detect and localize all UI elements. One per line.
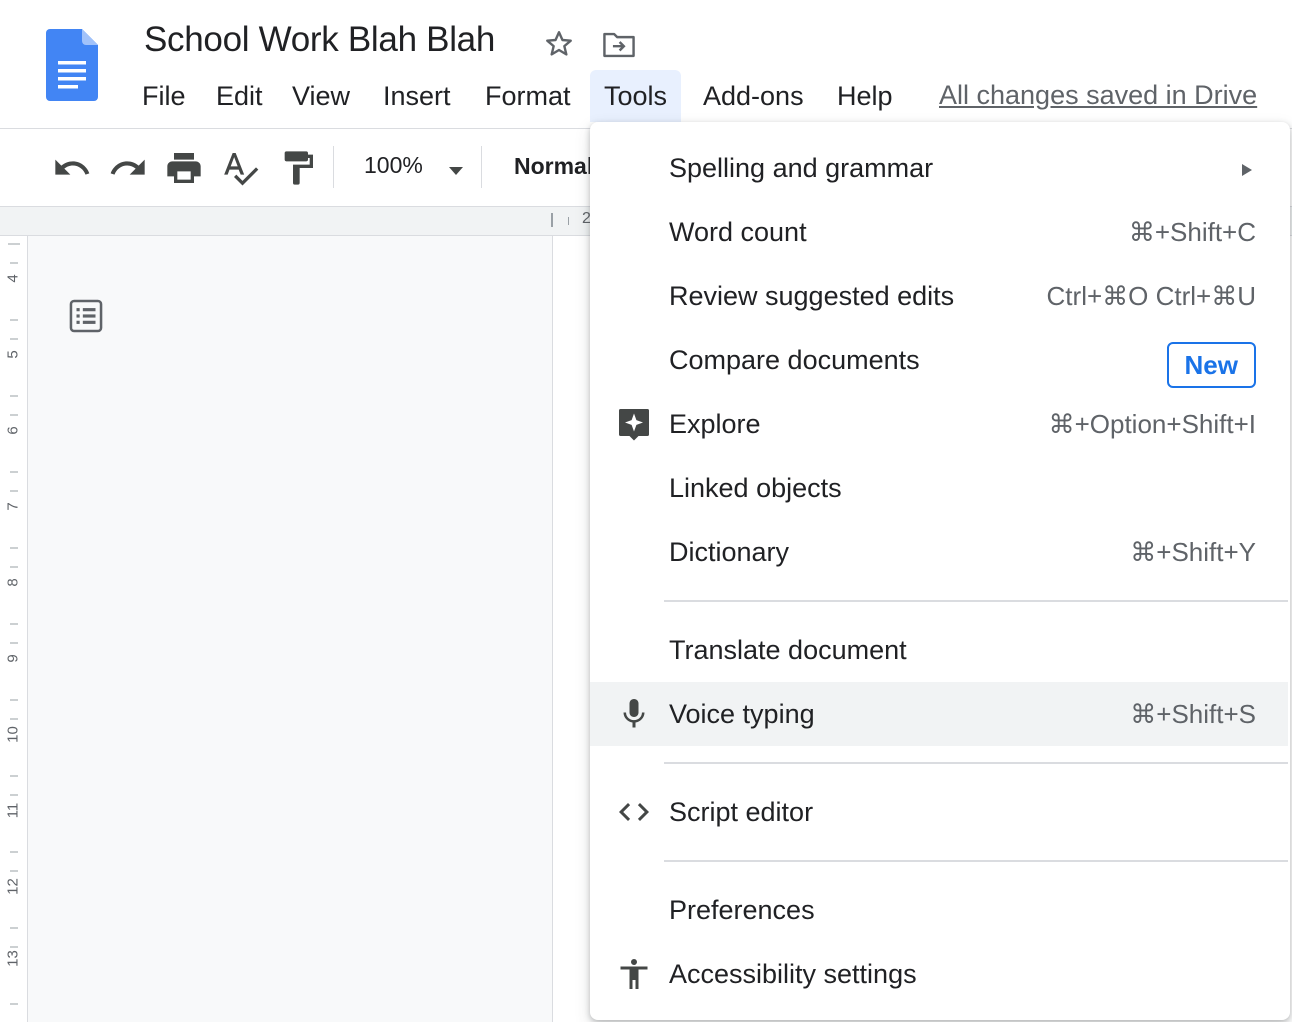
paragraph-style-select[interactable]: Normal — [514, 153, 593, 180]
menu-item-compare-documents[interactable]: Compare documents New — [590, 328, 1288, 392]
menu-item-voice-typing[interactable]: Voice typing ⌘+Shift+S — [590, 682, 1288, 746]
toolbar-separator — [333, 146, 334, 188]
menu-item-label: Accessibility settings — [669, 959, 917, 989]
menu-item-label: Word count — [669, 217, 807, 247]
accessibility-icon — [620, 959, 648, 989]
menu-item-shortcut: ⌘+Option+Shift+I — [1048, 409, 1256, 439]
menu-item-label: Preferences — [669, 895, 815, 925]
tools-menu-dropdown: Spelling and grammar Word count ⌘+Shift+… — [590, 122, 1290, 1020]
zoom-select[interactable]: 100% — [364, 152, 423, 179]
ruler-number: 7 — [4, 502, 22, 511]
explore-icon — [619, 409, 649, 441]
document-outline-icon[interactable] — [66, 297, 106, 335]
ruler-number: 5 — [4, 350, 22, 359]
menu-divider — [664, 600, 1288, 602]
menu-item-label: Spelling and grammar — [669, 153, 934, 183]
menu-add-ons[interactable]: Add-ons — [689, 70, 818, 122]
menu-item-label: Linked objects — [669, 473, 842, 503]
menu-divider — [664, 762, 1288, 764]
ruler-number: 13 — [4, 950, 22, 967]
paint-format-icon[interactable] — [278, 148, 318, 188]
ruler-number: 4 — [4, 274, 22, 283]
menu-item-preferences[interactable]: Preferences — [590, 878, 1288, 942]
google-docs-logo-icon[interactable] — [46, 29, 98, 101]
new-badge: New — [1166, 342, 1256, 388]
ruler-number: 6 — [4, 426, 22, 435]
menu-item-review-suggested-edits[interactable]: Review suggested edits Ctrl+⌘O Ctrl+⌘U — [590, 264, 1288, 328]
move-to-folder-icon[interactable] — [602, 30, 636, 60]
menu-item-dictionary[interactable]: Dictionary ⌘+Shift+Y — [590, 520, 1288, 584]
microphone-icon — [623, 699, 645, 728]
ruler-tick — [568, 217, 569, 225]
menu-divider — [664, 860, 1288, 862]
document-title[interactable]: School Work Blah Blah — [144, 20, 495, 60]
menu-item-script-editor[interactable]: Script editor — [590, 780, 1288, 844]
menu-item-label: Voice typing — [669, 699, 815, 729]
menu-item-word-count[interactable]: Word count ⌘+Shift+C — [590, 200, 1288, 264]
menu-item-shortcut: ⌘+Shift+S — [1130, 699, 1256, 729]
menu-item-shortcut: ⌘+Shift+C — [1128, 217, 1256, 247]
menu-item-shortcut: ⌘+Shift+Y — [1130, 537, 1256, 567]
menu-item-label: Dictionary — [669, 537, 790, 567]
ruler-number: 12 — [4, 878, 22, 895]
menu-format[interactable]: Format — [471, 70, 585, 122]
menu-view[interactable]: View — [278, 70, 364, 122]
ruler-tick — [551, 213, 553, 227]
menu-item-shortcut: Ctrl+⌘O Ctrl+⌘U — [1046, 281, 1256, 311]
menu-insert[interactable]: Insert — [369, 70, 465, 122]
chevron-down-icon[interactable] — [446, 164, 466, 178]
ruler-number: 11 — [4, 802, 22, 819]
star-icon[interactable] — [543, 28, 575, 60]
menu-tools[interactable]: Tools — [590, 70, 682, 122]
redo-icon[interactable] — [108, 148, 148, 188]
submenu-arrow-icon — [1242, 164, 1252, 176]
undo-icon[interactable] — [52, 148, 92, 188]
menu-file[interactable]: File — [128, 70, 200, 122]
ruler-number: 9 — [4, 654, 22, 663]
toolbar-separator — [481, 146, 482, 188]
spellcheck-icon[interactable] — [220, 148, 260, 188]
saved-status-link[interactable]: All changes saved in Drive — [939, 80, 1257, 111]
menu-item-label: Review suggested edits — [669, 281, 955, 311]
menu-item-label: Translate document — [669, 635, 907, 665]
menu-item-spelling-and-grammar[interactable]: Spelling and grammar — [590, 136, 1288, 200]
ruler-number: 10 — [4, 726, 22, 743]
menu-item-accessibility-settings[interactable]: Accessibility settings — [590, 942, 1288, 1006]
code-icon — [619, 803, 649, 821]
menu-item-label: Compare documents — [669, 345, 920, 375]
print-icon[interactable] — [164, 148, 204, 188]
menu-item-linked-objects[interactable]: Linked objects — [590, 456, 1288, 520]
menu-item-label: Script editor — [669, 797, 814, 827]
menu-item-label: Explore — [669, 409, 761, 439]
ruler-number: 8 — [4, 578, 22, 587]
menu-item-translate-document[interactable]: Translate document — [590, 618, 1288, 682]
menu-edit[interactable]: Edit — [202, 70, 277, 122]
menu-help[interactable]: Help — [823, 70, 907, 122]
menu-item-explore[interactable]: Explore ⌘+Option+Shift+I — [590, 392, 1288, 456]
